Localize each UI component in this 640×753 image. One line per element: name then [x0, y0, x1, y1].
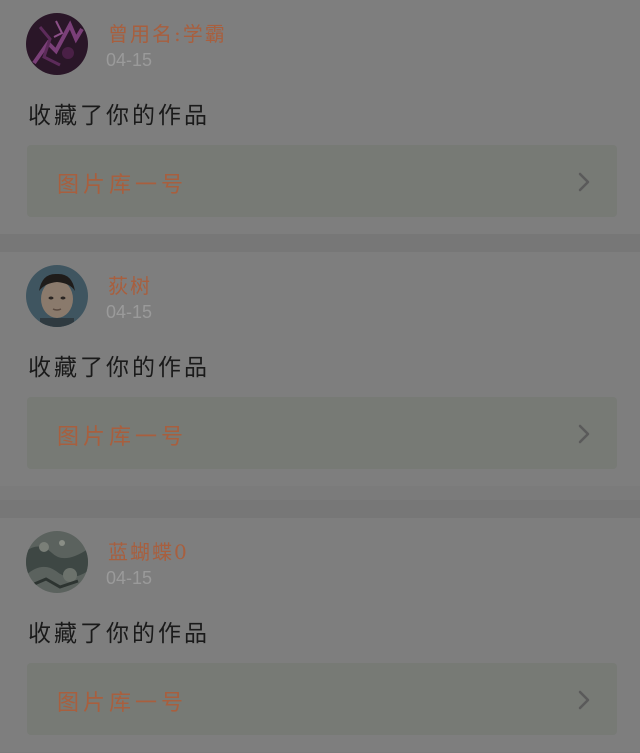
feed-item: 蓝蝴蝶0 04-15 收藏了你的作品 图片库一号 [0, 518, 640, 752]
action-text: 收藏了你的作品 [28, 355, 210, 381]
feed-divider [0, 234, 640, 252]
activity-feed: 曾用名:学霸 04-15 收藏了你的作品 图片库一号 荻树 04-15 收藏了你… [0, 0, 640, 753]
work-link[interactable]: 图片库一号 [27, 663, 617, 735]
chevron-right-icon [578, 690, 590, 710]
work-link[interactable]: 图片库一号 [27, 397, 617, 469]
work-title: 图片库一号 [57, 691, 188, 716]
timestamp: 04-15 [106, 302, 153, 322]
work-link[interactable]: 图片库一号 [27, 145, 617, 217]
timestamp: 04-15 [106, 568, 153, 588]
username[interactable]: 荻树 [108, 270, 152, 299]
work-title: 图片库一号 [57, 173, 188, 198]
face-photo-avatar-icon [26, 265, 88, 327]
chevron-right-icon [578, 424, 590, 444]
username[interactable]: 蓝蝴蝶0 [108, 536, 189, 565]
feed-divider [0, 500, 640, 518]
purple-abstract-avatar-icon [26, 13, 88, 75]
action-text: 收藏了你的作品 [28, 621, 210, 647]
action-text: 收藏了你的作品 [28, 103, 210, 129]
avatar[interactable] [26, 265, 88, 327]
feed-item: 荻树 04-15 收藏了你的作品 图片库一号 [0, 252, 640, 486]
username[interactable]: 曾用名:学霸 [108, 18, 227, 47]
rock-texture-avatar-icon [26, 531, 88, 593]
work-title: 图片库一号 [57, 425, 188, 450]
feed-item: 曾用名:学霸 04-15 收藏了你的作品 图片库一号 [0, 0, 640, 234]
avatar[interactable] [26, 531, 88, 593]
avatar[interactable] [26, 13, 88, 75]
timestamp: 04-15 [106, 50, 153, 70]
chevron-right-icon [578, 172, 590, 192]
